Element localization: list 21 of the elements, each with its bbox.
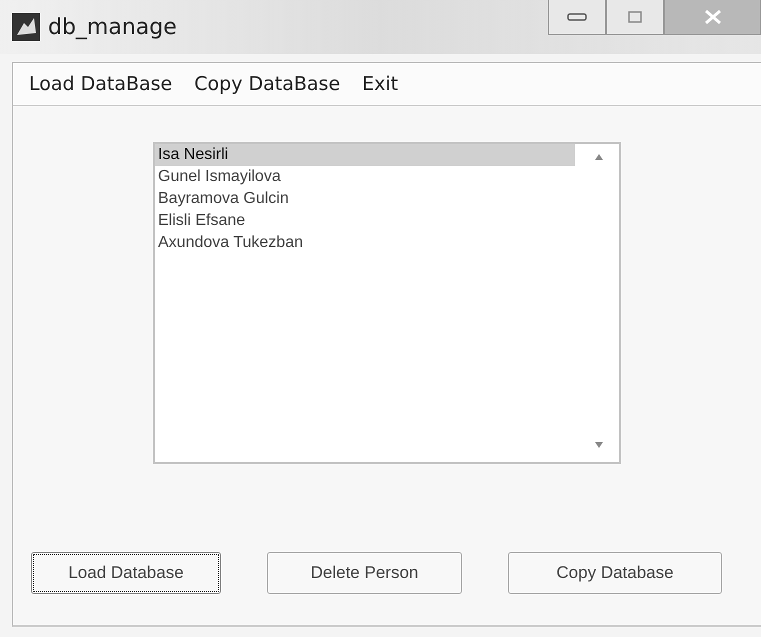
scroll-down-icon[interactable] <box>595 442 603 448</box>
window-title: db_manage <box>48 14 178 40</box>
maximize-button[interactable] <box>606 0 664 35</box>
list-item[interactable]: Gunel Ismayilova <box>155 166 575 188</box>
list-item[interactable]: Elisli Efsane <box>155 210 575 232</box>
minimize-icon <box>567 13 587 21</box>
menu-item[interactable]: Copy DataBase <box>186 71 348 97</box>
action-button[interactable]: Load Database <box>31 552 221 594</box>
list-item[interactable]: Isa Nesirli <box>155 144 575 166</box>
menu-item[interactable]: Exit <box>354 71 406 97</box>
app-icon <box>12 13 40 41</box>
close-icon <box>704 9 722 25</box>
close-button[interactable] <box>664 0 761 35</box>
action-button[interactable]: Delete Person <box>267 552 462 594</box>
list-item[interactable]: Bayramova Gulcin <box>155 188 575 210</box>
menu-item[interactable]: Load DataBase <box>21 71 180 97</box>
scroll-up-icon[interactable] <box>595 154 603 160</box>
action-button[interactable]: Copy Database <box>508 552 722 594</box>
maximize-icon <box>628 11 642 23</box>
minimize-button[interactable] <box>548 0 606 35</box>
list-item[interactable]: Axundova Tukezban <box>155 232 575 254</box>
